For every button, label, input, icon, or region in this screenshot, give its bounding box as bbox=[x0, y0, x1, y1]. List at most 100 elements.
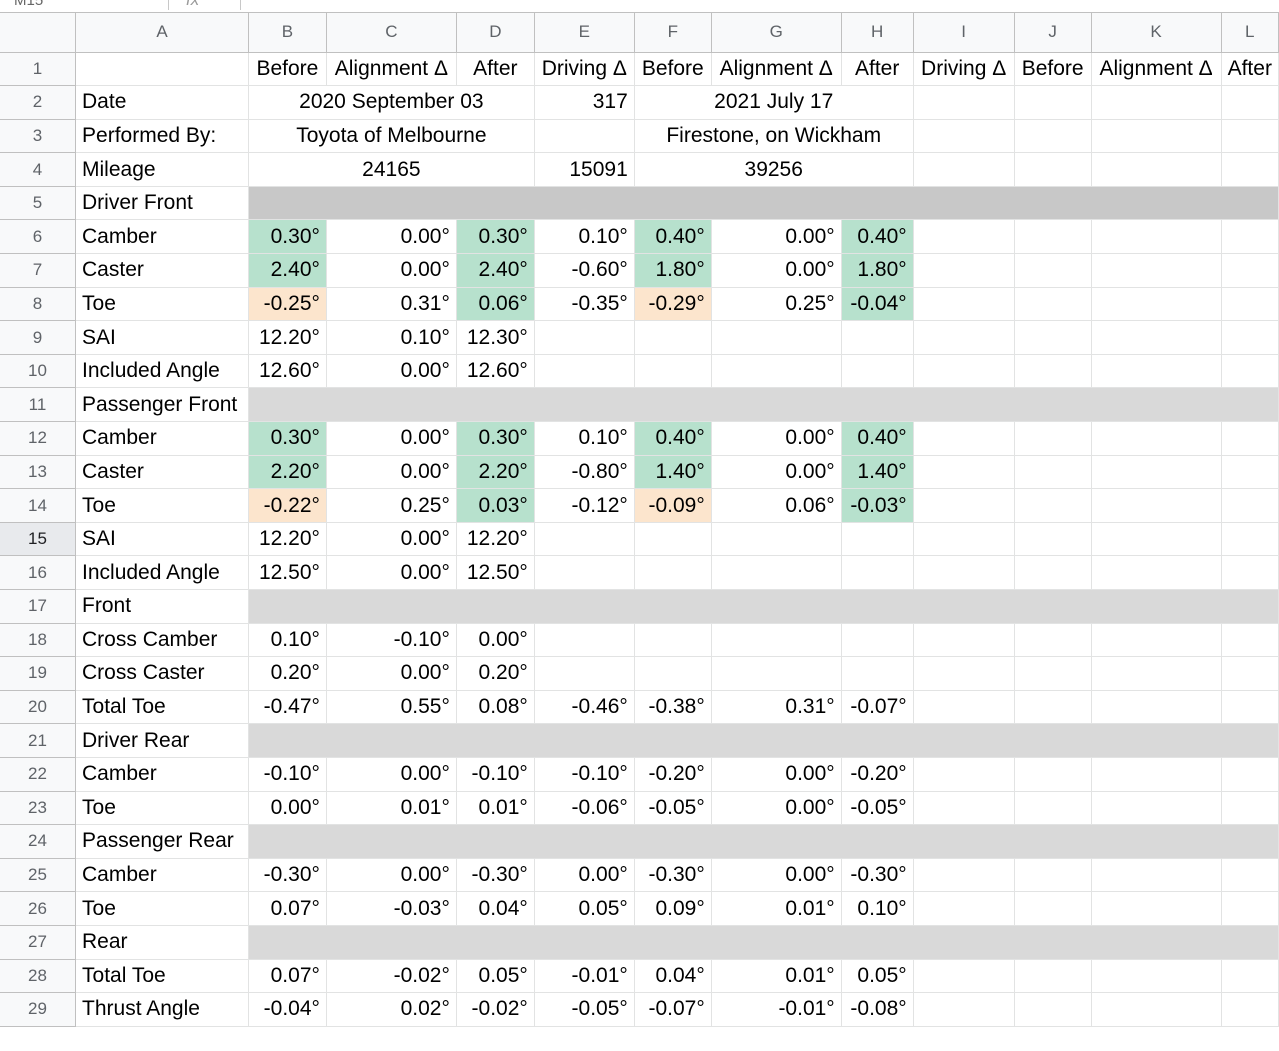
value-cell[interactable]: 0.01° bbox=[711, 959, 842, 994]
value-cell[interactable]: 0.10° bbox=[841, 891, 914, 926]
select-all-corner[interactable] bbox=[0, 13, 77, 53]
value-cell[interactable]: 0.00° bbox=[326, 253, 457, 288]
cell[interactable] bbox=[1014, 522, 1092, 557]
value-cell[interactable]: 0.30° bbox=[456, 421, 535, 456]
value-cell[interactable]: 0.20° bbox=[248, 656, 327, 691]
header-label-cell[interactable]: Before bbox=[1014, 52, 1092, 87]
cell[interactable] bbox=[1091, 287, 1222, 322]
cell[interactable] bbox=[1091, 85, 1222, 120]
row-label-cell[interactable]: Cross Camber bbox=[75, 623, 249, 658]
row-header[interactable]: 20 bbox=[0, 690, 77, 725]
row-header[interactable]: 14 bbox=[0, 488, 77, 523]
value-cell[interactable] bbox=[534, 320, 635, 355]
cell[interactable] bbox=[1221, 858, 1279, 893]
value-cell[interactable]: -0.80° bbox=[534, 455, 635, 490]
cell[interactable]: 317 bbox=[534, 85, 635, 120]
value-cell[interactable] bbox=[634, 623, 712, 658]
cell[interactable] bbox=[913, 455, 1015, 490]
column-header-h[interactable]: H bbox=[841, 13, 914, 53]
cell[interactable] bbox=[1221, 421, 1279, 456]
cell[interactable] bbox=[913, 488, 1015, 523]
row-header[interactable]: 8 bbox=[0, 287, 77, 322]
header-label-cell[interactable]: Alignment Δ bbox=[326, 52, 457, 87]
value-cell[interactable]: 0.55° bbox=[326, 690, 457, 725]
row-header[interactable]: 9 bbox=[0, 320, 77, 355]
value-cell[interactable]: -0.09° bbox=[634, 488, 712, 523]
value-cell[interactable]: 2.20° bbox=[456, 455, 535, 490]
merged-cell[interactable]: Firestone, on Wickham bbox=[634, 119, 914, 154]
cell[interactable] bbox=[1221, 791, 1279, 826]
value-cell[interactable]: -0.10° bbox=[248, 757, 327, 792]
row-header[interactable]: 12 bbox=[0, 421, 77, 456]
value-cell[interactable]: -0.02° bbox=[326, 959, 457, 994]
value-cell[interactable]: 0.00° bbox=[534, 858, 635, 893]
row-label-cell[interactable]: Camber bbox=[75, 858, 249, 893]
row-label-cell[interactable]: Toe bbox=[75, 488, 249, 523]
row-header[interactable]: 17 bbox=[0, 589, 77, 624]
value-cell[interactable]: 0.04° bbox=[634, 959, 712, 994]
row-header[interactable]: 23 bbox=[0, 791, 77, 826]
value-cell[interactable]: 0.00° bbox=[326, 455, 457, 490]
cell[interactable] bbox=[1091, 656, 1222, 691]
cell[interactable] bbox=[1221, 555, 1279, 590]
cell[interactable] bbox=[1014, 690, 1092, 725]
cell[interactable] bbox=[913, 287, 1015, 322]
value-cell[interactable]: -0.01° bbox=[534, 959, 635, 994]
value-cell[interactable] bbox=[711, 623, 842, 658]
cell[interactable] bbox=[913, 757, 1015, 792]
header-label-cell[interactable]: Driving Δ bbox=[913, 52, 1015, 87]
row-label-cell[interactable]: Thrust Angle bbox=[75, 992, 249, 1027]
header-label-cell[interactable]: After bbox=[1221, 52, 1279, 87]
cell[interactable] bbox=[913, 253, 1015, 288]
row-header[interactable]: 3 bbox=[0, 119, 77, 154]
value-cell[interactable]: 0.00° bbox=[326, 522, 457, 557]
value-cell[interactable]: 0.10° bbox=[534, 421, 635, 456]
cell[interactable] bbox=[1091, 555, 1222, 590]
value-cell[interactable]: 0.30° bbox=[248, 421, 327, 456]
value-cell[interactable]: -0.02° bbox=[456, 992, 535, 1027]
cell[interactable] bbox=[1014, 354, 1092, 389]
header-label-cell[interactable]: After bbox=[841, 52, 914, 87]
row-label-cell[interactable]: Performed By: bbox=[75, 119, 249, 154]
cell[interactable] bbox=[1014, 320, 1092, 355]
cell[interactable] bbox=[913, 219, 1015, 255]
cell[interactable] bbox=[1221, 253, 1279, 288]
value-cell[interactable]: 12.20° bbox=[248, 320, 327, 355]
cell[interactable] bbox=[913, 421, 1015, 456]
merged-cell[interactable]: 2020 September 03 bbox=[248, 85, 535, 120]
value-cell[interactable]: 0.00° bbox=[711, 219, 842, 255]
value-cell[interactable]: 0.00° bbox=[326, 219, 457, 255]
value-cell[interactable]: -0.05° bbox=[841, 791, 914, 826]
row-label-cell[interactable]: Driver Front bbox=[75, 186, 249, 221]
value-cell[interactable]: -0.07° bbox=[634, 992, 712, 1027]
row-header[interactable]: 16 bbox=[0, 555, 77, 590]
column-header-e[interactable]: E bbox=[534, 13, 635, 53]
value-cell[interactable]: -0.12° bbox=[534, 488, 635, 523]
column-header-j[interactable]: J bbox=[1014, 13, 1092, 53]
cell[interactable] bbox=[1221, 219, 1279, 255]
value-cell[interactable] bbox=[711, 555, 842, 590]
cell[interactable] bbox=[913, 85, 1015, 120]
cell[interactable] bbox=[1014, 219, 1092, 255]
cell[interactable] bbox=[913, 152, 1015, 187]
value-cell[interactable] bbox=[711, 354, 842, 389]
row-header[interactable]: 19 bbox=[0, 656, 77, 691]
value-cell[interactable] bbox=[634, 656, 712, 691]
value-cell[interactable]: -0.30° bbox=[248, 858, 327, 893]
row-header[interactable]: 21 bbox=[0, 723, 77, 758]
value-cell[interactable] bbox=[711, 522, 842, 557]
value-cell[interactable] bbox=[841, 320, 914, 355]
value-cell[interactable]: 2.40° bbox=[248, 253, 327, 288]
cell[interactable] bbox=[1091, 455, 1222, 490]
cell[interactable] bbox=[1014, 119, 1092, 154]
row-header[interactable]: 5 bbox=[0, 186, 77, 221]
header-label-cell[interactable]: After bbox=[456, 52, 535, 87]
value-cell[interactable]: 0.40° bbox=[634, 219, 712, 255]
cell[interactable] bbox=[913, 858, 1015, 893]
value-cell[interactable]: 0.05° bbox=[456, 959, 535, 994]
value-cell[interactable]: -0.25° bbox=[248, 287, 327, 322]
cell[interactable] bbox=[1221, 152, 1279, 187]
column-header-l[interactable]: L bbox=[1221, 13, 1279, 53]
cell[interactable]: 15091 bbox=[534, 152, 635, 187]
row-header[interactable]: 18 bbox=[0, 623, 77, 658]
